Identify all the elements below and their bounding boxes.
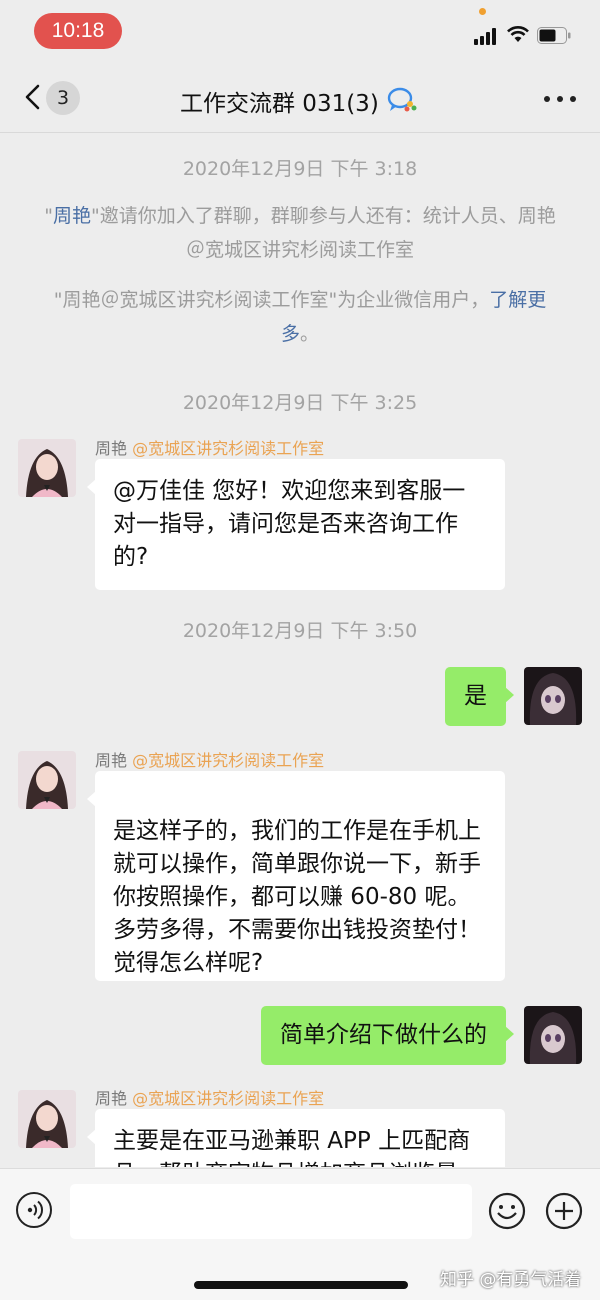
plus-icon[interactable] bbox=[545, 1192, 583, 1230]
system-enterprise-message: "周艳＠宽城区讲究杉阅读工作室"为企业微信用户，了解更多。 bbox=[40, 283, 560, 351]
invite-text: "邀请你加入了群聊，群聊参与人还有：统计人员、周艳＠宽城区讲究杉阅读工作室 bbox=[91, 205, 556, 261]
enterprise-wechat-icon bbox=[387, 87, 417, 112]
sender-label: 周艳 @宽城区讲究杉阅读工作室 bbox=[95, 1085, 324, 1109]
emoji-icon[interactable] bbox=[488, 1192, 526, 1230]
anime-avatar-icon bbox=[524, 1006, 582, 1064]
message-bubble-sent[interactable]: 简单介绍下做什么的 bbox=[261, 1006, 514, 1065]
anime-avatar-icon bbox=[524, 667, 582, 725]
message-bubble-received[interactable]: 主要是在亚马逊兼职 APP 上匹配商品，帮助商家物品增加商品浏览量 bbox=[87, 1109, 505, 1167]
sender-avatar[interactable] bbox=[18, 751, 76, 809]
sender-avatar[interactable] bbox=[18, 439, 76, 497]
timestamp: 2020年12月9日 下午 3:18 bbox=[182, 158, 418, 180]
cellular-signal-icon bbox=[474, 27, 498, 45]
sender-label: 周艳 @宽城区讲究杉阅读工作室 bbox=[95, 435, 324, 459]
system-invite-message: "周艳"邀请你加入了群聊，群聊参与人还有：统计人员、周艳＠宽城区讲究杉阅读工作室 bbox=[40, 199, 560, 267]
message-input[interactable] bbox=[70, 1184, 472, 1239]
timestamp: 2020年12月9日 下午 3:50 bbox=[182, 620, 418, 642]
back-chevron-icon[interactable] bbox=[20, 83, 48, 111]
chat-title: 工作交流群 031(3) bbox=[180, 91, 379, 117]
message-bubble-received[interactable]: 是这样子的，我们的工作是在手机上就可以操作，简单跟你说一下，新手你按照操作，都可… bbox=[87, 771, 505, 981]
sender-name: 周艳 bbox=[95, 751, 128, 770]
privacy-indicator-dot bbox=[479, 8, 486, 15]
watermark: 知乎 @有勇气活着 bbox=[440, 1270, 582, 1290]
sender-name: 周艳 bbox=[95, 1089, 128, 1108]
more-options-icon[interactable] bbox=[544, 96, 576, 102]
input-bar: 知乎 @有勇气活着 bbox=[0, 1168, 600, 1300]
inviter-link[interactable]: 周艳 bbox=[53, 205, 91, 227]
message-list[interactable]: 2020年12月9日 下午 3:18 "周艳"邀请你加入了群聊，群聊参与人还有：… bbox=[0, 133, 600, 1167]
battery-icon bbox=[537, 27, 571, 44]
status-time: 10:18 bbox=[34, 13, 122, 49]
sender-avatar[interactable] bbox=[18, 1090, 76, 1148]
my-avatar[interactable] bbox=[524, 667, 582, 725]
message-bubble-received[interactable]: @万佳佳 您好！欢迎您来到客服一对一指导，请问您是否来咨询工作的? bbox=[87, 459, 505, 590]
timestamp: 2020年12月9日 下午 3:25 bbox=[182, 392, 418, 414]
sender-org: @宽城区讲究杉阅读工作室 bbox=[132, 1089, 325, 1108]
sender-label: 周艳 @宽城区讲究杉阅读工作室 bbox=[95, 747, 324, 771]
unread-count-badge[interactable]: 3 bbox=[46, 81, 80, 115]
girl-avatar-icon bbox=[18, 1090, 76, 1148]
sender-org: @宽城区讲究杉阅读工作室 bbox=[132, 751, 325, 770]
wifi-icon bbox=[507, 26, 529, 42]
chat-header: 3 工作交流群 031(3) bbox=[0, 62, 600, 133]
status-bar: 10:18 bbox=[0, 0, 600, 62]
girl-avatar-icon bbox=[18, 439, 76, 497]
enterprise-end: 。 bbox=[300, 323, 320, 345]
sender-name: 周艳 bbox=[95, 439, 128, 458]
message-bubble-sent[interactable]: 是 bbox=[445, 667, 514, 726]
home-indicator[interactable] bbox=[194, 1281, 408, 1289]
voice-input-icon[interactable] bbox=[16, 1192, 52, 1228]
my-avatar[interactable] bbox=[524, 1006, 582, 1064]
enterprise-text: "周艳＠宽城区讲究杉阅读工作室"为企业微信用户， bbox=[53, 289, 490, 311]
sender-org: @宽城区讲究杉阅读工作室 bbox=[132, 439, 325, 458]
quote-mark: " bbox=[44, 205, 53, 227]
girl-avatar-icon bbox=[18, 751, 76, 809]
